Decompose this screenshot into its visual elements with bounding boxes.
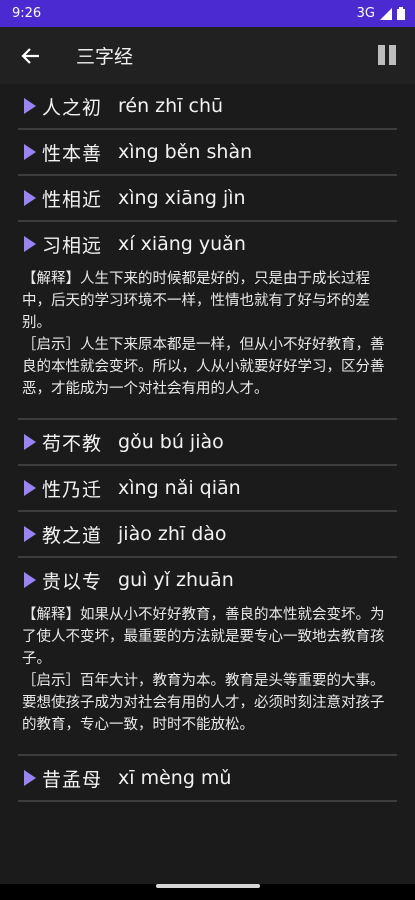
play-triangle-icon xyxy=(24,480,36,496)
verse-hanzi: 性乃迁 xyxy=(42,478,103,501)
verse-item[interactable]: 昔孟母 xī mèng mǔ xyxy=(18,756,397,802)
verse-explanation: 【解释】如果从小不好好教育，善良的本性就会变坏。为了使人不变坏，最重要的方法就是… xyxy=(18,602,397,754)
verse-header[interactable]: 习相远 xí xiāng yuǎn xyxy=(18,222,397,266)
status-icons: 3G xyxy=(357,6,405,21)
app-toolbar: 三字经 xyxy=(0,27,415,84)
signal-icon xyxy=(380,7,392,20)
home-indicator[interactable] xyxy=(156,884,260,888)
play-triangle-icon xyxy=(24,770,36,786)
insight-text: ［启示］百年大计，教育为本。教育是头等重要的大事。要想使孩子成为对社会有用的人才… xyxy=(22,673,385,733)
battery-icon xyxy=(397,7,405,20)
status-time: 9:26 xyxy=(12,6,42,21)
verse-pinyin: gǒu bú jiào xyxy=(118,431,224,453)
verse-hanzi: 习相远 xyxy=(42,234,103,257)
play-triangle-icon xyxy=(24,526,36,542)
verse-header[interactable]: 性乃迁 xìng nǎi qiān xyxy=(18,466,397,510)
verse-hanzi: 性相近 xyxy=(42,188,103,211)
verse-header[interactable]: 性相近 xìng xiāng jìn xyxy=(18,176,397,220)
verse-pinyin: xí xiāng yuǎn xyxy=(118,233,246,255)
play-triangle-icon xyxy=(24,190,36,206)
verse-hanzi: 人之初 xyxy=(42,96,103,119)
verse-explanation: 【解释】人生下来的时候都是好的，只是由于成长过程中，后天的学习环境不一样，性情也… xyxy=(18,266,397,418)
pause-button[interactable] xyxy=(373,41,401,69)
verse-header[interactable]: 性本善 xìng běn shàn xyxy=(18,130,397,174)
verse-hanzi: 教之道 xyxy=(42,524,103,547)
back-arrow-icon xyxy=(21,47,39,64)
verse-item[interactable]: 贵以专 guì yǐ zhuān 【解释】如果从小不好好教育，善良的本性就会变坏。为… xyxy=(18,558,397,756)
verse-hanzi: 性本善 xyxy=(42,142,103,165)
verse-item[interactable]: 习相远 xí xiāng yuǎn 【解释】人生下来的时候都是好的，只是由于成长过程… xyxy=(18,222,397,420)
status-bar: 9:26 3G xyxy=(0,0,415,27)
verse-hanzi: 贵以专 xyxy=(42,570,103,593)
pause-icon xyxy=(378,45,396,65)
network-type: 3G xyxy=(356,6,375,21)
verse-header[interactable]: 苟不教 gǒu bú jiào xyxy=(18,420,397,464)
verse-pinyin: xī mèng mǔ xyxy=(118,767,232,789)
verse-pinyin: xìng běn shàn xyxy=(118,141,253,163)
insight-text: ［启示］人生下来原本都是一样，但从小不好好教育，善良的本性就会变坏。所以，人从小… xyxy=(22,337,385,397)
verse-pinyin: xìng nǎi qiān xyxy=(118,477,241,499)
verse-list: 人之初 rén zhī chū 性本善 xìng běn shàn 性相近 xìng xi… xyxy=(0,84,415,802)
explanation-text: 【解释】人生下来的时候都是好的，只是由于成长过程中，后天的学习环境不一样，性情也… xyxy=(22,271,370,331)
verse-item[interactable]: 性乃迁 xìng nǎi qiān xyxy=(18,466,397,512)
verse-list-container[interactable]: 人之初 rén zhī chū 性本善 xìng běn shàn 性相近 xìng xi… xyxy=(0,84,415,884)
verse-item[interactable]: 人之初 rén zhī chū xyxy=(18,84,397,130)
verse-pinyin: guì yǐ zhuān xyxy=(118,569,234,591)
verse-header[interactable]: 昔孟母 xī mèng mǔ xyxy=(18,756,397,800)
verse-item[interactable]: 教之道 jiào zhī dào xyxy=(18,512,397,558)
play-triangle-icon xyxy=(24,236,36,252)
play-triangle-icon xyxy=(24,144,36,160)
verse-pinyin: rén zhī chū xyxy=(118,95,224,117)
verse-item[interactable]: 性本善 xìng běn shàn xyxy=(18,130,397,176)
explanation-text: 【解释】如果从小不好好教育，善良的本性就会变坏。为了使人不变坏，最重要的方法就是… xyxy=(22,607,385,667)
verse-item[interactable]: 性相近 xìng xiāng jìn xyxy=(18,176,397,222)
verse-hanzi: 苟不教 xyxy=(42,432,103,455)
back-button[interactable] xyxy=(6,27,56,84)
play-triangle-icon xyxy=(24,434,36,450)
verse-header[interactable]: 人之初 rén zhī chū xyxy=(18,84,397,128)
play-triangle-icon xyxy=(24,572,36,588)
verse-pinyin: xìng xiāng jìn xyxy=(118,187,246,209)
verse-pinyin: jiào zhī dào xyxy=(118,523,227,545)
verse-header[interactable]: 教之道 jiào zhī dào xyxy=(18,512,397,556)
page-title: 三字经 xyxy=(76,46,134,68)
verse-item[interactable]: 苟不教 gǒu bú jiào xyxy=(18,420,397,466)
verse-header[interactable]: 贵以专 guì yǐ zhuān xyxy=(18,558,397,602)
play-triangle-icon xyxy=(24,98,36,114)
verse-hanzi: 昔孟母 xyxy=(42,768,103,791)
